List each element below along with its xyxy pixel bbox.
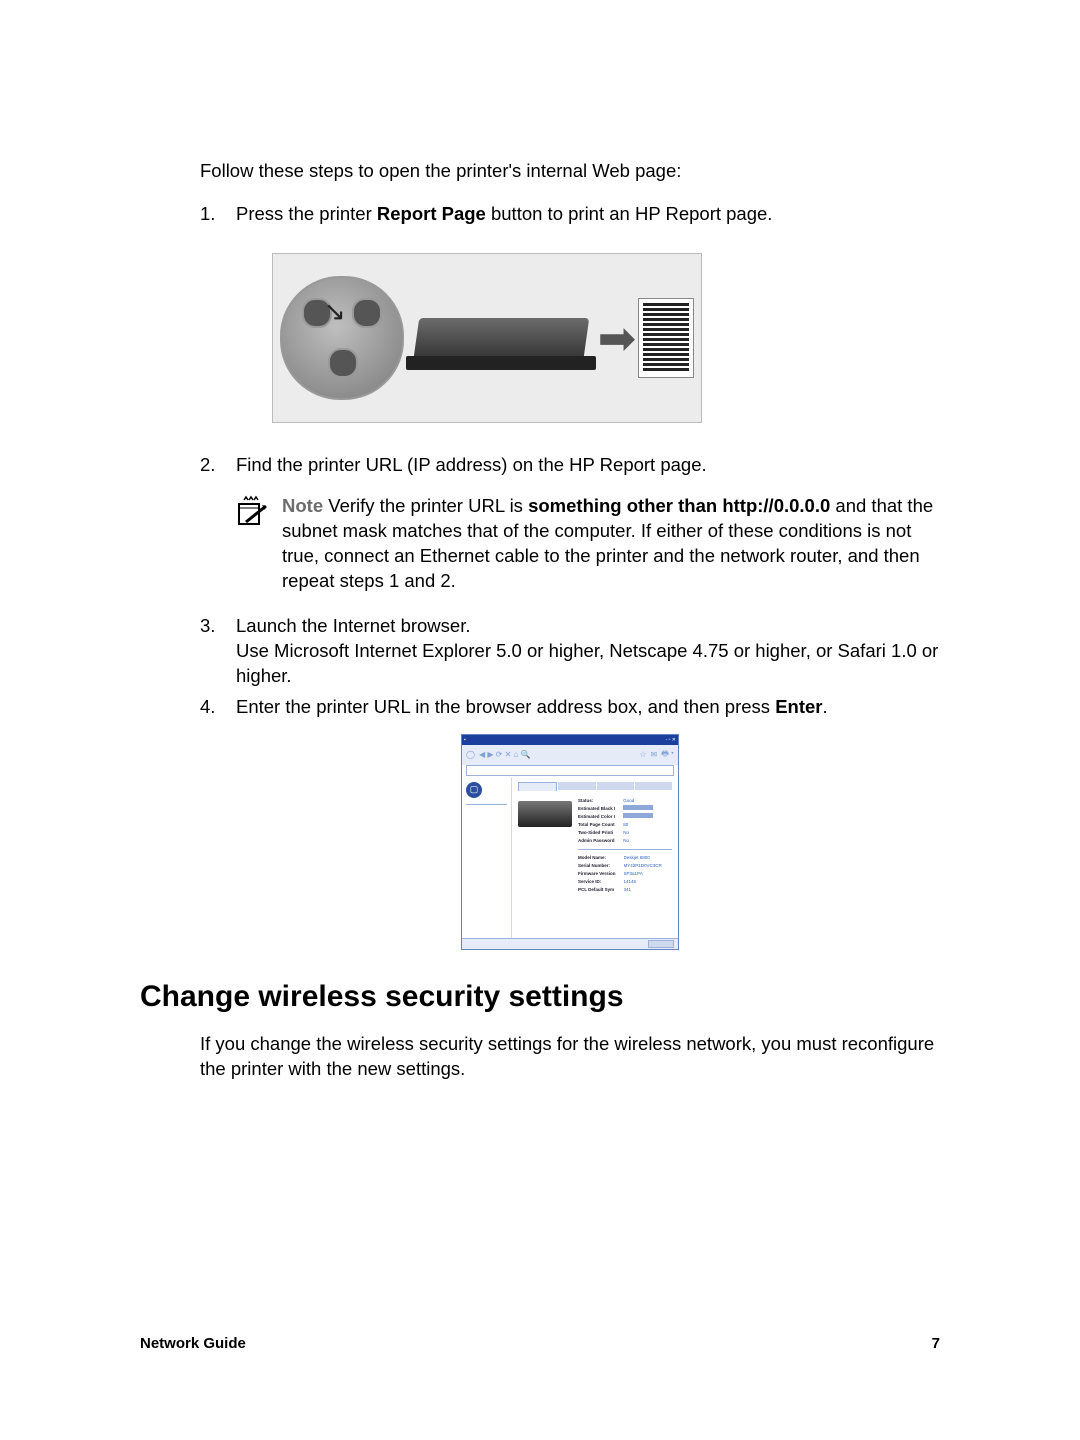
step-3-line2: Use Microsoft Internet Explorer 5.0 or h… — [236, 640, 938, 686]
ews-label: Serial Number: — [578, 862, 616, 869]
ews-value: No — [623, 837, 653, 844]
ews-label: Firmware Version — [578, 870, 616, 877]
section-heading: Change wireless security settings — [140, 980, 940, 1014]
report-page-bold: Report Page — [377, 203, 486, 224]
ews-label: Service ID: — [578, 878, 616, 885]
ews-value: 341 — [624, 886, 662, 893]
note-box: Note Verify the printer URL is something… — [236, 494, 940, 594]
control-panel-circle: ↘ — [280, 276, 404, 400]
ews-label: Admin Password — [578, 837, 615, 844]
ews-label: Model Name: — [578, 854, 616, 861]
footer-guide-name: Network Guide — [140, 1335, 246, 1352]
enter-bold: Enter — [775, 696, 822, 717]
step-1-post: button to print an HP Report page. — [486, 203, 773, 224]
step-1-text: Press the printer Report Page button to … — [236, 202, 940, 227]
step-4-text: Enter the printer URL in the browser add… — [236, 695, 940, 720]
ews-value: Deskjet 6800 — [624, 854, 662, 861]
section-body: If you change the wireless security sett… — [200, 1032, 940, 1082]
step-number: 4. — [200, 695, 236, 720]
ews-label: Estimated Color I — [578, 813, 615, 820]
ews-value: 14145 — [624, 878, 662, 885]
ews-value: No — [623, 829, 653, 836]
ews-label: Two-Sided Printi — [578, 829, 615, 836]
report-page-illustration — [638, 298, 694, 378]
note-icon — [236, 494, 270, 594]
ews-label: Status: — [578, 797, 615, 804]
footer-page-number: 7 — [932, 1335, 940, 1352]
embedded-web-server-figure: ▪- ▫ ✕ ◯◀ ▶ ⟳ ✕ ⌂ 🔍☆✉🖶 ▾ ▢ — [461, 734, 679, 950]
ews-value: SP3a1PA — [624, 870, 662, 877]
step-2-text: Find the printer URL (IP address) on the… — [236, 453, 940, 478]
step-number: 1. — [200, 202, 236, 227]
step-3-text: Launch the Internet browser. Use Microso… — [236, 614, 940, 689]
note-label: Note — [282, 495, 323, 516]
ews-value: 80 — [623, 821, 653, 828]
ews-value: Good — [623, 797, 653, 804]
step-number: 3. — [200, 614, 236, 689]
step-number: 2. — [200, 453, 236, 478]
callout-arrow-icon: ↘ — [324, 294, 346, 329]
step-3-line1: Launch the Internet browser. — [236, 615, 470, 636]
ews-value: MY42P1D0VC3CR — [624, 862, 662, 869]
ews-label: PCL Default Sym — [578, 886, 616, 893]
step-4-post: . — [822, 696, 827, 717]
note-pre: Verify the printer URL is — [323, 495, 528, 516]
step-1-pre: Press the printer — [236, 203, 377, 224]
note-bold: something other than http://0.0.0.0 — [528, 495, 830, 516]
printer-illustration — [406, 298, 596, 378]
intro-text: Follow these steps to open the printer's… — [200, 159, 940, 184]
step-4-pre: Enter the printer URL in the browser add… — [236, 696, 775, 717]
ews-label: Estimated Black I — [578, 805, 615, 812]
printer-report-figure: ↘ ➡ — [272, 253, 940, 423]
arrow-right-icon: ➡ — [598, 315, 637, 361]
ews-label: Total Page Count — [578, 821, 615, 828]
note-text: Note Verify the printer URL is something… — [282, 494, 940, 594]
